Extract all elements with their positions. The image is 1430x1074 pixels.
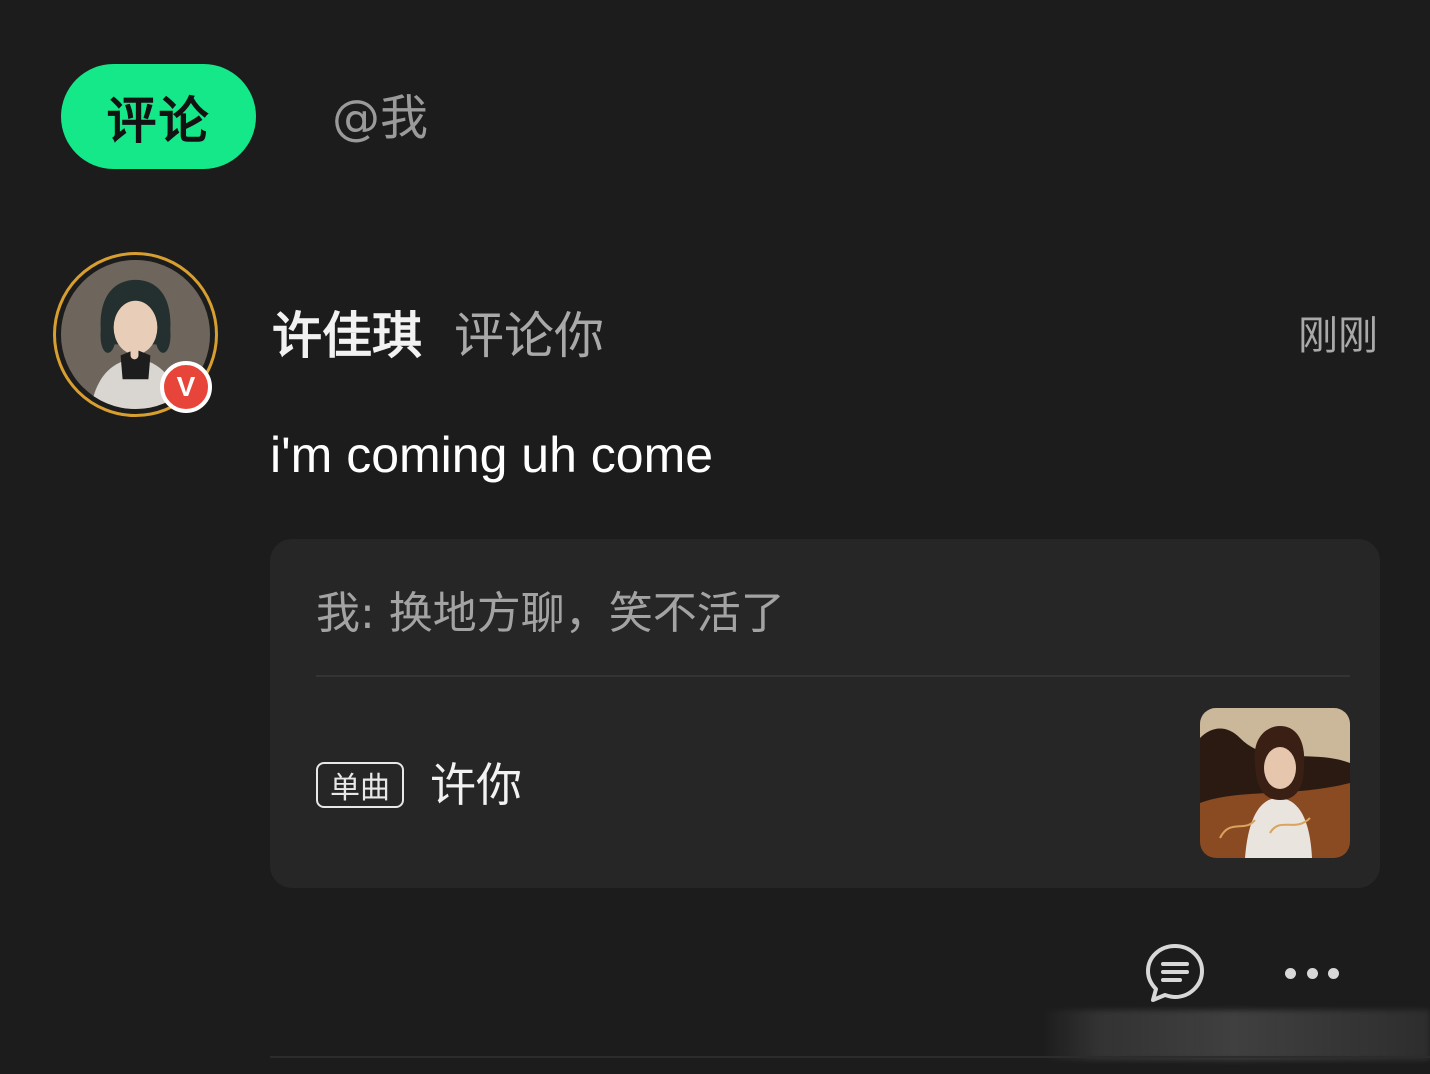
- action-text: 评论你: [454, 307, 604, 365]
- more-dots-icon: [1306, 967, 1318, 979]
- album-cover-art-icon: [1200, 708, 1350, 858]
- tab-mentions-label: @我: [332, 90, 429, 146]
- song-type-tag: 单曲: [316, 762, 404, 808]
- tab-comments-label: 评论: [106, 91, 211, 150]
- verified-badge: V: [160, 361, 212, 413]
- comment-text[interactable]: i'm coming uh come: [270, 420, 713, 490]
- blurred-watermark: [1040, 1010, 1430, 1060]
- song-title: 许你: [430, 758, 522, 812]
- album-cover-image[interactable]: [1200, 708, 1350, 858]
- more-dots-icon: [1285, 967, 1296, 979]
- quoted-content-card[interactable]: 我: 换地方聊，笑不活了 单曲 许你: [270, 539, 1380, 888]
- reply-button[interactable]: [1144, 942, 1206, 1004]
- more-dots-icon: [1328, 967, 1339, 979]
- tab-comments[interactable]: 评论: [61, 64, 256, 169]
- verified-badge-label: V: [176, 371, 196, 402]
- user-name[interactable]: 许佳琪: [272, 303, 422, 369]
- timestamp: 刚刚: [1298, 313, 1378, 359]
- quote-divider: [316, 675, 1350, 677]
- tab-mentions[interactable]: @我: [332, 88, 428, 148]
- more-options-button[interactable]: [1285, 958, 1339, 988]
- bottom-divider: [270, 1056, 1430, 1058]
- comment-bubble-icon: [1146, 944, 1204, 1002]
- notification-page: 评论 @我 V 许佳琪 评论你 刚刚 i'm coming uh come 我:…: [0, 0, 1430, 1074]
- quoted-comment-text: 我: 换地方聊，笑不活了: [316, 588, 785, 639]
